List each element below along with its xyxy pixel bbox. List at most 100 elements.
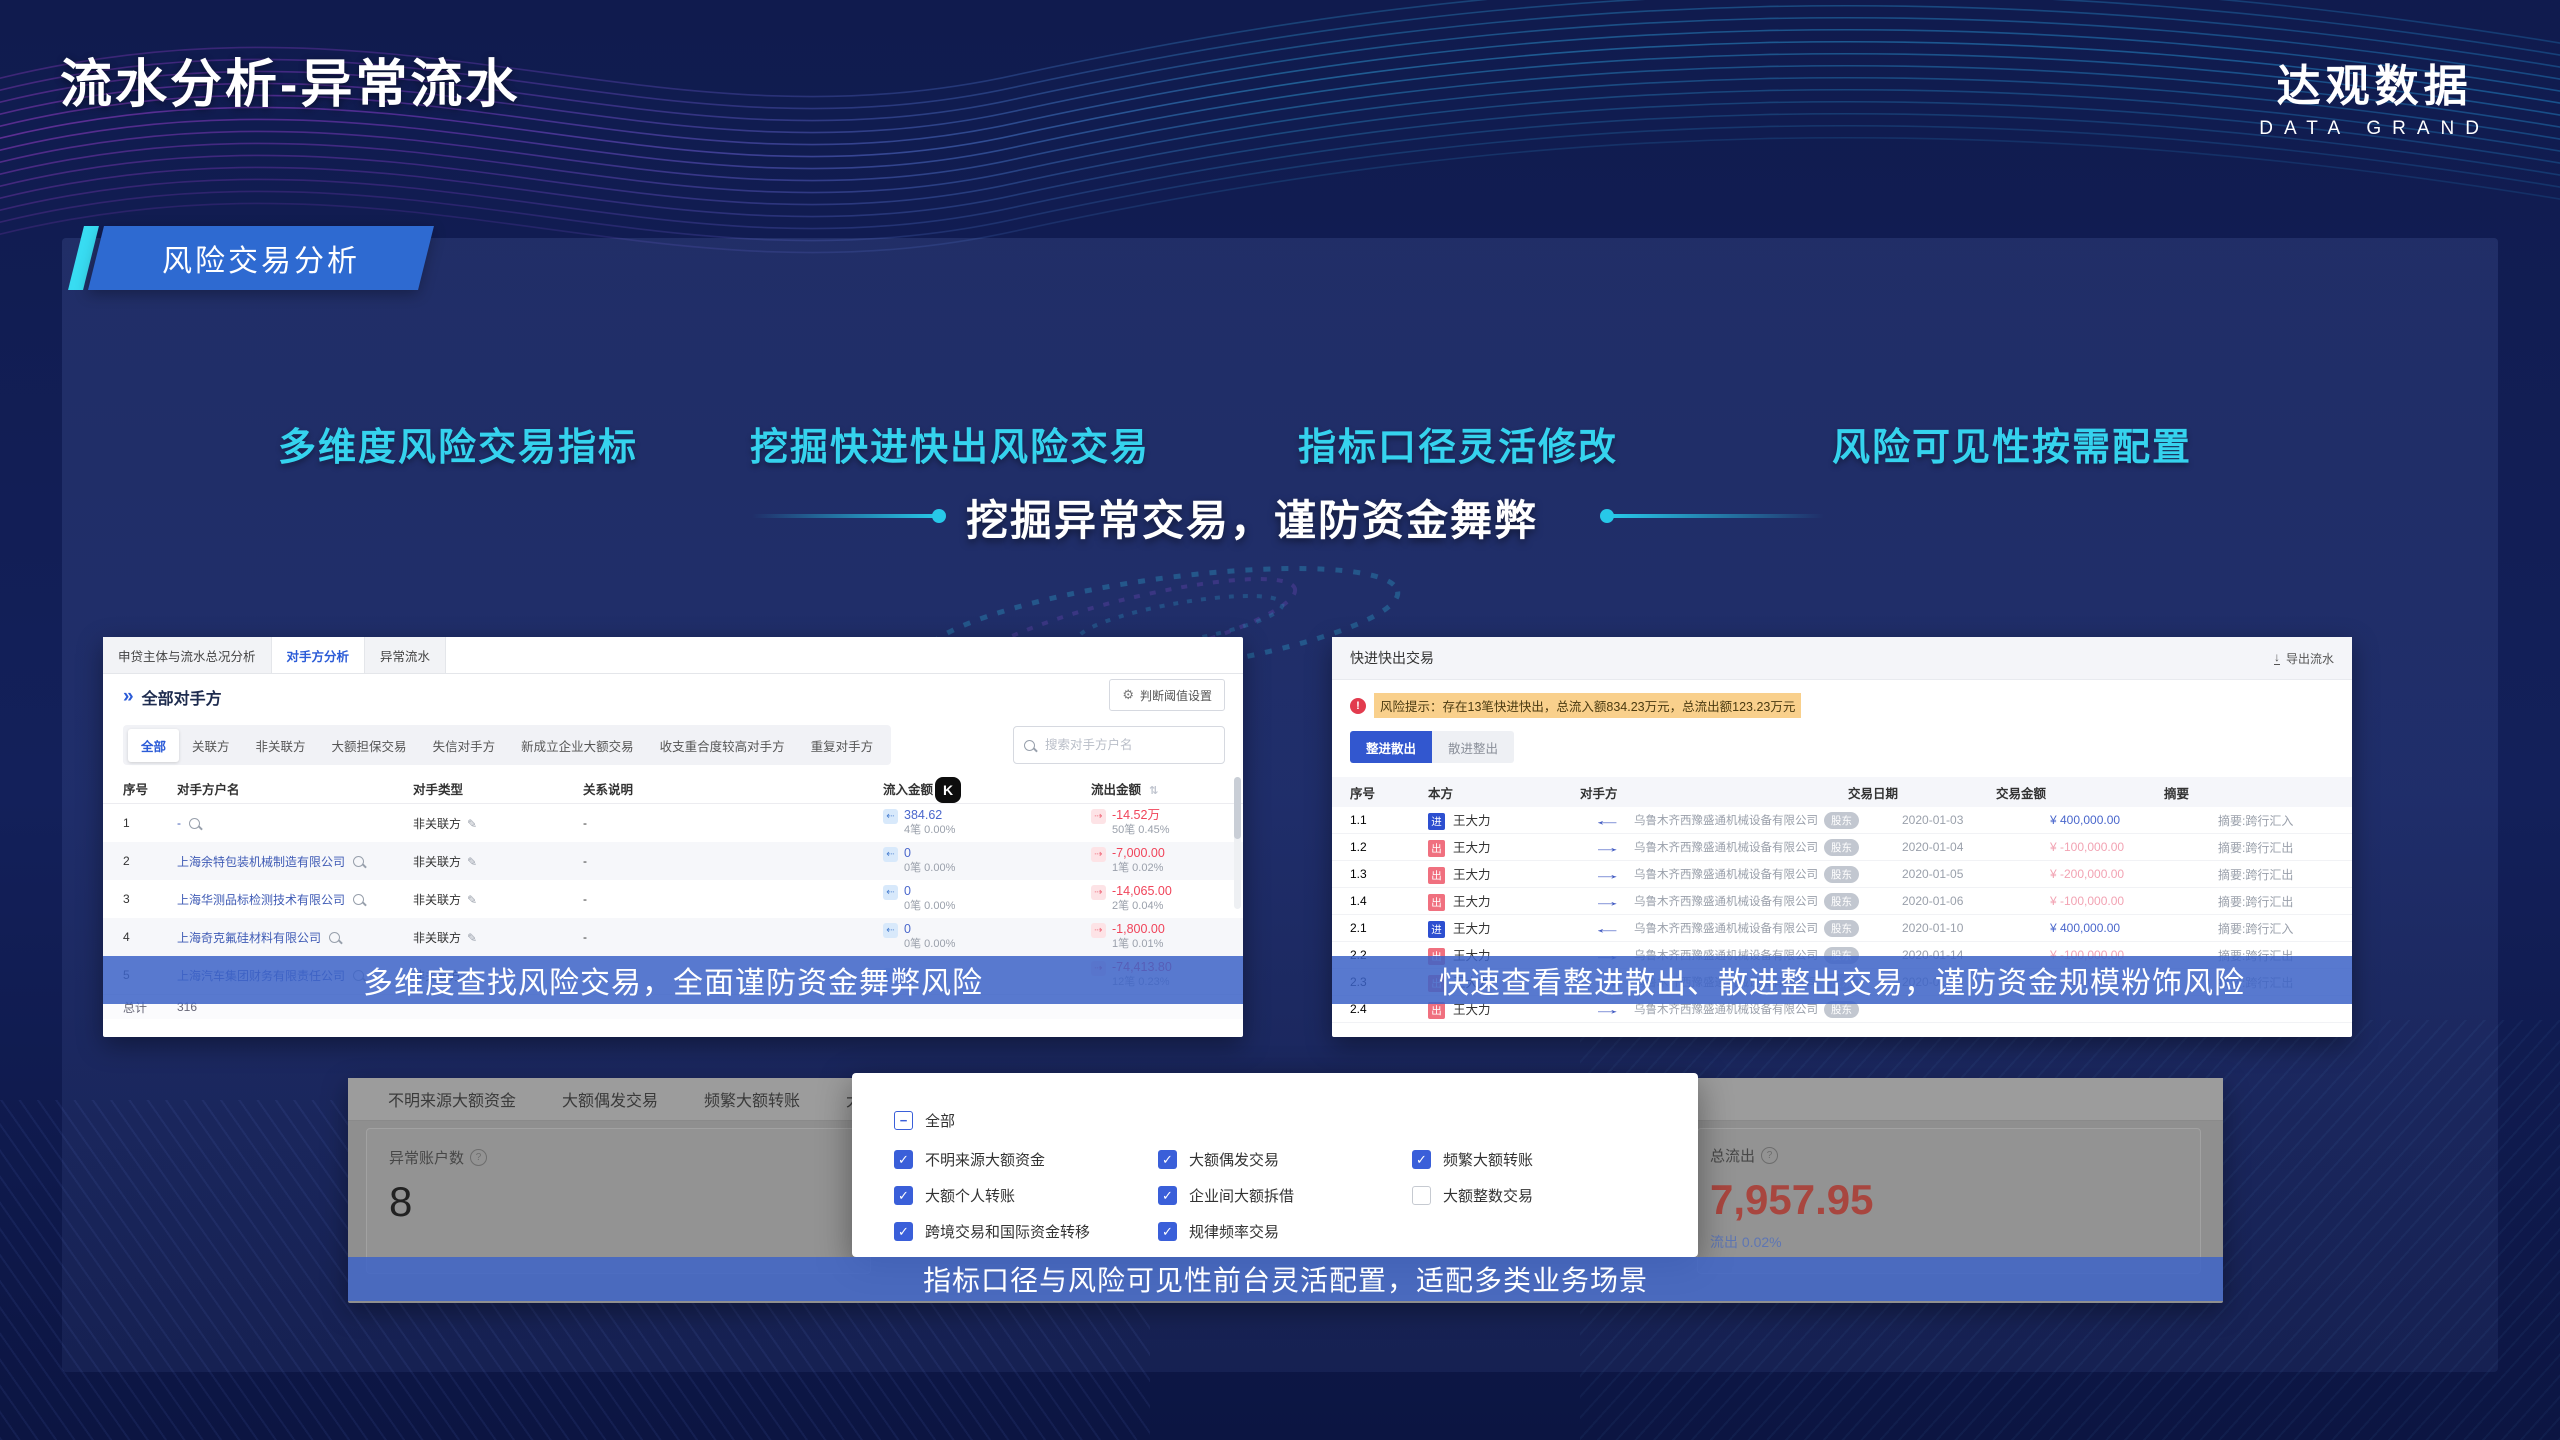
search-input[interactable] — [1043, 737, 1214, 753]
tab-scatter-in-whole-out[interactable]: 散进整出 — [1432, 731, 1514, 763]
tab-subject-flow-overview[interactable]: 申贷主体与流水总况分析 — [103, 637, 272, 673]
transaction-row[interactable]: 1.2 出王大力 → 乌鲁木齐西豫盛通机械设备有限公司股东 2020-01-04… — [1332, 834, 2352, 861]
flow-arrow-icon: ← — [1591, 813, 1622, 828]
scrollbar-thumb[interactable] — [1234, 777, 1241, 839]
checked-checkbox-icon[interactable] — [894, 1186, 913, 1205]
alert-icon: ! — [1350, 698, 1366, 714]
counterparty-search[interactable] — [1013, 726, 1225, 764]
total-outflow-value: 7,957.95 — [1710, 1176, 2188, 1224]
filter-new-company-large[interactable]: 新成立企业大额交易 — [508, 729, 647, 762]
counterparty-company: 乌鲁木齐西豫盛通机械设备有限公司 — [1634, 920, 1818, 936]
counterparty-name-link[interactable]: 上海奇克氟硅材料有限公司 — [177, 929, 321, 946]
checkbox-option[interactable]: 大额整数交易 — [1412, 1185, 1533, 1206]
risk-alert: ! 风险提示：存在13笔快进快出，总流入额834.23万元，总流出额123.23… — [1350, 693, 1801, 718]
filter-unrelated[interactable]: 非关联方 — [243, 729, 319, 762]
filter-overlap[interactable]: 收支重合度较高对手方 — [647, 729, 798, 762]
threshold-settings-button[interactable]: ⚙ 判断阈值设置 — [1109, 679, 1225, 711]
direction-in-badge: 进 — [1428, 921, 1445, 938]
filter-large-guarantee[interactable]: 大额担保交易 — [319, 729, 420, 762]
right-panel-title: 快进快出交易 — [1350, 648, 1434, 668]
transaction-row[interactable]: 2.1 进王大力 ← 乌鲁木齐西豫盛通机械设备有限公司股东 2020-01-10… — [1332, 915, 2352, 942]
checkbox-all[interactable]: 全部 — [894, 1110, 955, 1131]
edit-icon[interactable]: ✎ — [467, 893, 477, 907]
filter-duplicate[interactable]: 重复对手方 — [798, 729, 887, 762]
counterparty-name-link[interactable]: - — [177, 816, 181, 830]
transaction-row[interactable]: 1.1 进王大力 ← 乌鲁木齐西豫盛通机械设备有限公司股东 2020-01-03… — [1332, 807, 2352, 834]
table-row[interactable]: 4 上海奇克氟硅材料有限公司 非关联方✎ - ⇠00笔 0.00% ⇢-1,80… — [103, 918, 1243, 956]
checkbox-option[interactable]: 大额偶发交易 — [1158, 1149, 1279, 1170]
tagline-dot-left — [932, 509, 946, 523]
total-outflow-sub: 流出 0.02% — [1710, 1232, 2188, 1252]
abnormal-accounts-value: 8 — [389, 1178, 848, 1226]
tagline: 挖掘异常交易，谨防资金舞弊 — [966, 487, 1538, 548]
counterparty-company: 乌鲁木齐西豫盛通机械设备有限公司 — [1634, 866, 1818, 882]
direction-out-badge: 出 — [1428, 840, 1445, 857]
transaction-row[interactable]: 1.4 出王大力 → 乌鲁木齐西豫盛通机械设备有限公司股东 2020-01-06… — [1332, 888, 2352, 915]
col-name: 对手方户名 — [177, 779, 413, 798]
right-panel-header: 快进快出交易 ↓ 导出流水 — [1332, 637, 2352, 680]
threshold-settings-label: 判断阈值设置 — [1140, 687, 1212, 704]
checkbox-option[interactable]: 频繁大额转账 — [1412, 1149, 1533, 1170]
transaction-row[interactable]: 1.3 出王大力 → 乌鲁木齐西豫盛通机械设备有限公司股东 2020-01-05… — [1332, 861, 2352, 888]
counterparty-company: 乌鲁木齐西豫盛通机械设备有限公司 — [1634, 893, 1818, 909]
counterparty-name-link[interactable]: 上海华测品标检测技术有限公司 — [177, 891, 345, 908]
outflow-icon: ⇢ — [1091, 885, 1106, 900]
magnifier-icon[interactable] — [189, 818, 200, 829]
counterparty-analysis-screenshot: 申贷主体与流水总况分析 对手方分析 异常流水 » 全部对手方 ⚙ 判断阈值设置 … — [103, 637, 1243, 1037]
download-icon: ↓ — [2274, 652, 2280, 665]
vertical-scrollbar[interactable] — [1234, 777, 1241, 909]
tab-unknown-source-funds[interactable]: 不明来源大额资金 — [388, 1087, 516, 1111]
sort-icon[interactable]: ⇅ — [1149, 785, 1158, 797]
edit-icon[interactable]: ✎ — [467, 931, 477, 945]
col-outflow: 流出金额⇅ — [1091, 779, 1223, 798]
edit-icon[interactable]: ✎ — [467, 817, 477, 831]
table-row[interactable]: 1 - 非关联方✎ - ⇠384.624笔 0.00% ⇢-14.52万50笔 … — [103, 804, 1243, 842]
magnifier-icon[interactable] — [353, 894, 364, 905]
checkbox-option[interactable]: 跨境交易和国际资金转移 — [894, 1221, 1090, 1242]
inflow-icon: ⇠ — [883, 847, 898, 862]
table-header-row: 序号 对手方户名 对手类型 关系说明 流入金额⇅ 流出金额⇅ — [103, 773, 1243, 804]
total-outflow-label: 总流出 — [1710, 1145, 1755, 1166]
counterparty-name-link[interactable]: 上海余特包装机械制造有限公司 — [177, 853, 345, 870]
flow-arrow-icon: → — [1591, 894, 1622, 909]
outflow-icon: ⇢ — [1091, 809, 1106, 824]
section-badge-label: 风险交易分析 — [96, 226, 426, 290]
checked-checkbox-icon[interactable] — [894, 1150, 913, 1169]
checkbox-option[interactable]: 企业间大额拆借 — [1158, 1185, 1294, 1206]
tab-whole-in-scatter-out[interactable]: 整进散出 — [1350, 731, 1432, 763]
cursor-k-badge: K — [935, 777, 961, 803]
export-flow-button[interactable]: ↓ 导出流水 — [2274, 650, 2334, 667]
table-row[interactable]: 2 上海余特包装机械制造有限公司 非关联方✎ - ⇠00笔 0.00% ⇢-7,… — [103, 842, 1243, 880]
checked-checkbox-icon[interactable] — [894, 1222, 913, 1241]
magnifier-icon[interactable] — [353, 856, 364, 867]
shareholder-tag: 股东 — [1824, 839, 1859, 856]
checkbox-option[interactable]: 规律频率交易 — [1158, 1221, 1279, 1242]
tab-occasional-large[interactable]: 大额偶发交易 — [562, 1087, 658, 1111]
checked-checkbox-icon[interactable] — [1412, 1150, 1431, 1169]
filter-all[interactable]: 全部 — [128, 729, 179, 762]
chevron-right-icon[interactable]: » — [123, 686, 134, 708]
checked-checkbox-icon[interactable] — [1158, 1186, 1177, 1205]
tab-frequent-large-transfer[interactable]: 频繁大额转账 — [704, 1087, 800, 1111]
help-icon[interactable]: ? — [1761, 1147, 1778, 1164]
checked-checkbox-icon[interactable] — [1158, 1222, 1177, 1241]
tab-abnormal-flow[interactable]: 异常流水 — [365, 637, 446, 673]
checkbox-all-label: 全部 — [925, 1110, 955, 1131]
unchecked-checkbox-icon[interactable] — [1412, 1186, 1431, 1205]
checkbox-option[interactable]: 大额个人转账 — [894, 1185, 1015, 1206]
filter-related[interactable]: 关联方 — [179, 729, 243, 762]
help-icon[interactable]: ? — [470, 1149, 487, 1166]
tab-counterparty-analysis[interactable]: 对手方分析 — [272, 637, 366, 673]
magnifier-icon[interactable] — [329, 932, 340, 943]
table-row[interactable]: 3 上海华测品标检测技术有限公司 非关联方✎ - ⇠00笔 0.00% ⇢-14… — [103, 880, 1243, 918]
export-flow-label: 导出流水 — [2286, 650, 2334, 667]
checked-checkbox-icon[interactable] — [1158, 1150, 1177, 1169]
counterparty-company: 乌鲁木齐西豫盛通机械设备有限公司 — [1634, 839, 1818, 855]
indeterminate-checkbox-icon[interactable] — [894, 1111, 913, 1130]
inflow-icon: ⇠ — [883, 923, 898, 938]
edit-icon[interactable]: ✎ — [467, 855, 477, 869]
shareholder-tag: 股东 — [1824, 812, 1859, 829]
filter-discredited[interactable]: 失信对手方 — [420, 729, 509, 762]
checkbox-option[interactable]: 不明来源大额资金 — [894, 1149, 1045, 1170]
outflow-icon: ⇢ — [1091, 923, 1106, 938]
